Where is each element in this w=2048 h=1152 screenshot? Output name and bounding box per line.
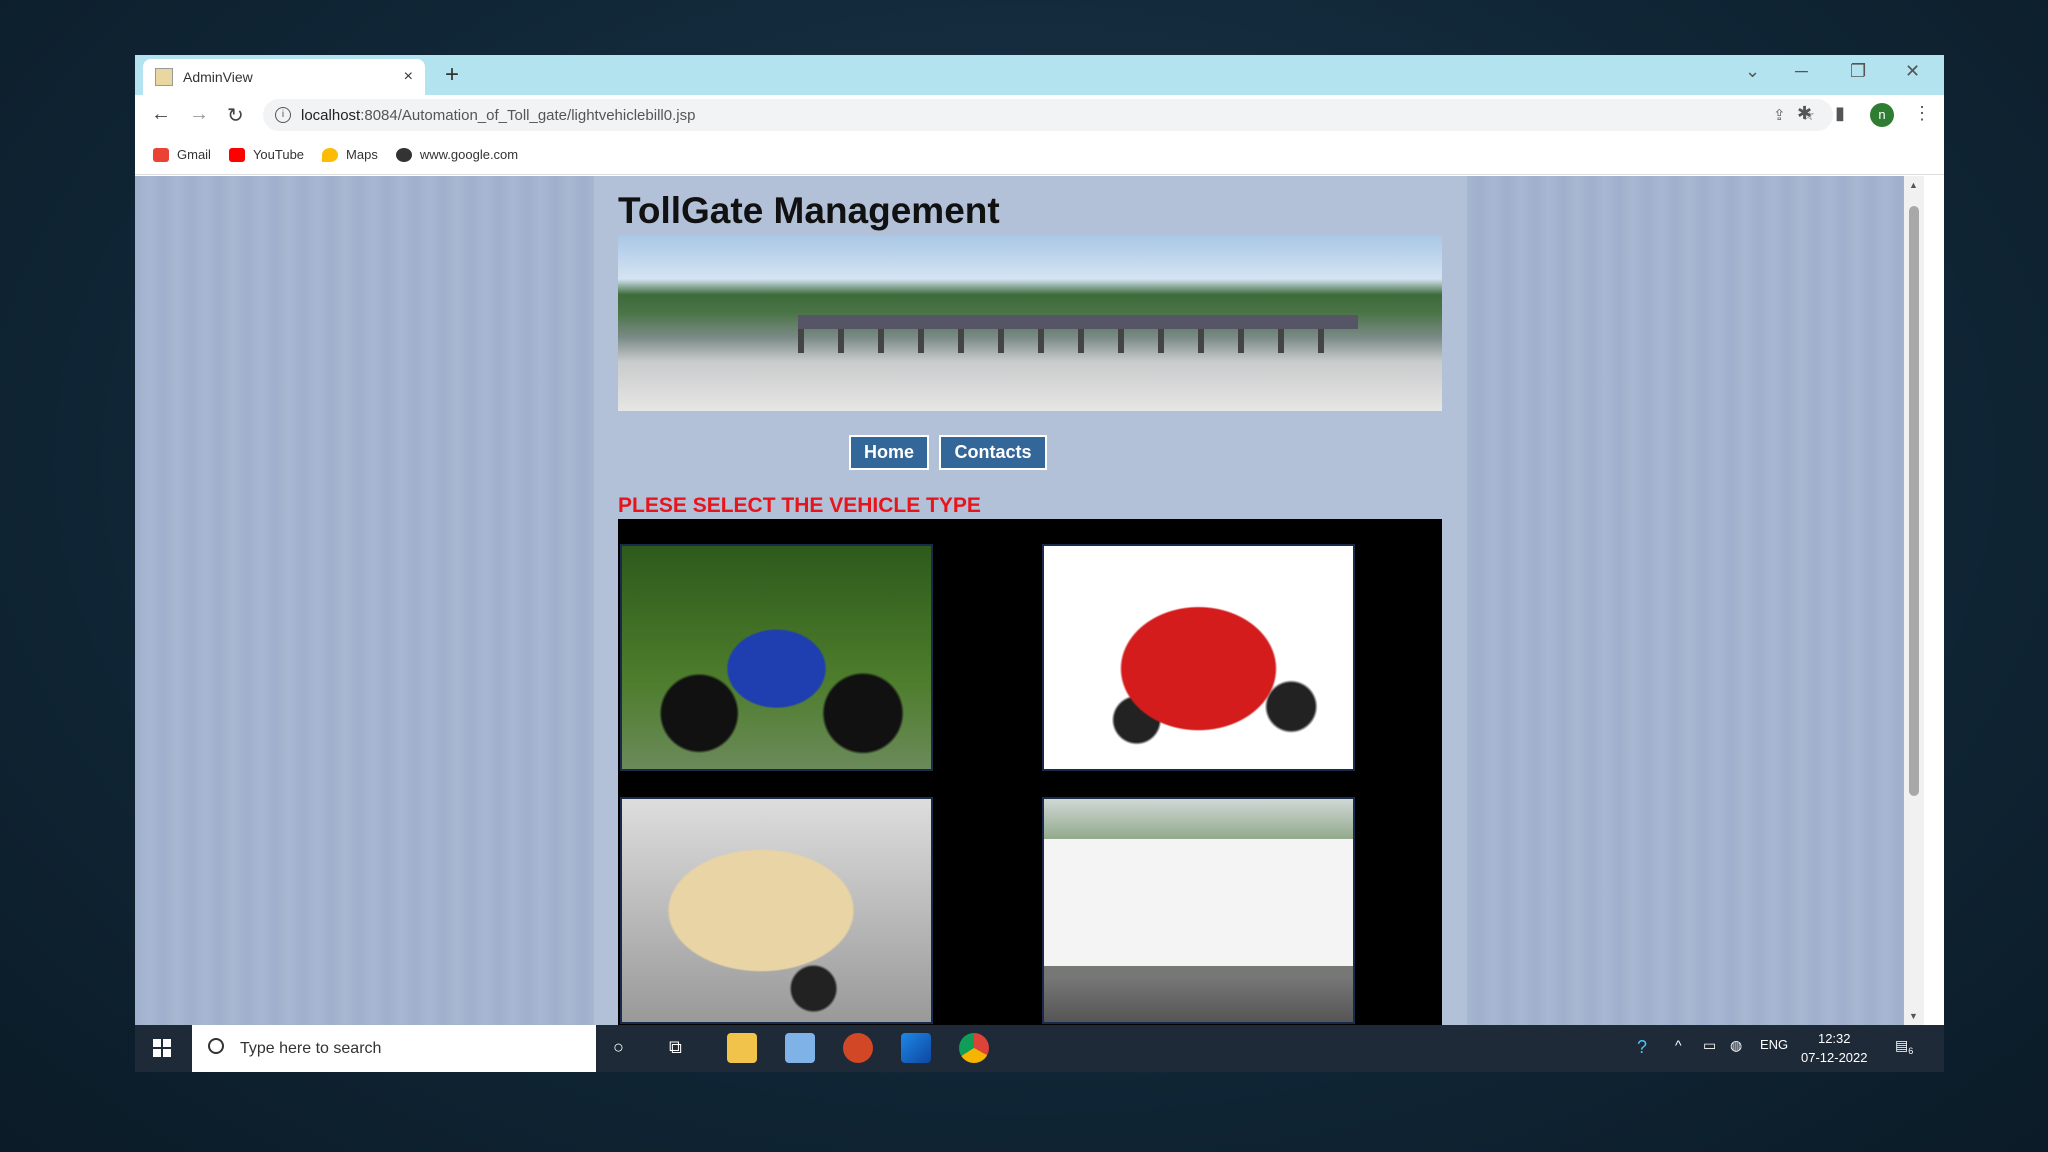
app-cube-icon[interactable] [785,1033,815,1063]
minimize-icon[interactable]: ─ [1795,61,1808,82]
contacts-button[interactable]: Contacts [939,435,1047,470]
taskbar-search[interactable]: Type here to search [192,1025,596,1072]
url-path: :8084/Automation_of_Toll_gate/lightvehic… [360,106,696,124]
page-column: TollGate Management Home Contacts PLESE … [594,176,1467,1039]
search-placeholder: Type here to search [240,1039,382,1057]
page-title: TollGate Management [618,190,1000,231]
tab-search-icon[interactable]: ⌄ [1745,61,1760,82]
language-indicator[interactable]: ENG [1760,1037,1788,1052]
car-image-link[interactable] [1042,544,1355,771]
bookmark-youtube[interactable]: YouTube [228,147,304,162]
notifications-icon[interactable]: ▤6 [1895,1037,1913,1056]
tray-chevron-icon[interactable]: ^ [1675,1037,1682,1053]
scroll-down-icon[interactable]: ▼ [1909,1011,1918,1021]
help-icon[interactable]: ? [1637,1037,1647,1058]
browser-window: AdminView × + ⌄ ─ ❐ ✕ ← → ↻ i localhost:… [135,55,1944,1072]
motorcycle-image-link[interactable] [620,544,933,771]
file-explorer-icon[interactable] [727,1033,757,1063]
share-icon[interactable]: ⇪ [1773,106,1786,124]
tab-bar: AdminView × + ⌄ ─ ❐ ✕ [135,55,1944,95]
date: 07-12-2022 [1801,1050,1868,1065]
gmail-icon [153,147,169,162]
tollgate-banner-image [618,235,1442,411]
favicon-icon [155,68,173,86]
photos-icon[interactable] [901,1033,931,1063]
youtube-icon [228,147,245,162]
close-window-icon[interactable]: ✕ [1905,61,1920,82]
search-icon [208,1038,224,1054]
time: 12:32 [1817,1031,1851,1046]
extensions-icon[interactable]: ✱ [1797,103,1812,124]
close-tab-icon[interactable]: × [404,68,413,86]
task-view-icon[interactable]: ⧉ [669,1037,682,1058]
reload-icon[interactable]: ↻ [227,103,244,128]
notification-count: 6 [1908,1045,1914,1056]
vehicle-type-prompt: PLESE SELECT THE VEHICLE TYPE [618,494,981,517]
maps-icon [322,147,339,162]
chrome-icon[interactable] [959,1033,989,1063]
powerpoint-icon[interactable] [843,1033,873,1063]
menu-icon[interactable]: ⋮ [1913,103,1931,124]
cortana-icon[interactable]: ○ [613,1037,624,1058]
url-host: localhost [301,106,361,124]
tab-title: AdminView [183,69,253,85]
battery-icon[interactable]: ▭ [1703,1037,1716,1054]
info-icon[interactable]: i [275,107,291,123]
new-tab-button[interactable]: + [445,61,459,89]
clock[interactable]: 12:32 07-12-2022 [1801,1029,1868,1067]
side-panel-icon[interactable]: ▮ [1835,103,1845,124]
pickup-truck-image-link[interactable] [620,797,933,1024]
forward-icon[interactable]: → [189,103,209,126]
address-bar[interactable]: i localhost:8084/Automation_of_Toll_gate… [263,99,1833,131]
page-viewport: TollGate Management Home Contacts PLESE … [135,176,1924,1039]
back-icon[interactable]: ← [151,103,171,126]
network-icon[interactable]: ◍ [1730,1037,1742,1054]
vertical-scrollbar[interactable]: ▲ ▼ [1904,176,1924,1025]
globe-icon [395,147,412,162]
bookmark-google[interactable]: www.google.com [395,147,518,162]
tab-adminview[interactable]: AdminView × [143,59,425,95]
vehicle-grid [618,519,1442,1039]
home-button[interactable]: Home [849,435,929,470]
bookmarks-bar: Gmail YouTube Maps www.google.com [135,135,1944,175]
scrollbar-thumb[interactable] [1909,206,1919,796]
bookmark-maps[interactable]: Maps [322,147,378,162]
profile-avatar[interactable]: n [1870,103,1894,127]
scroll-up-icon[interactable]: ▲ [1909,180,1918,190]
windows-taskbar: Type here to search ○ ⧉ ? ^ ▭ ◍ ENG 12:3… [135,1025,1944,1072]
windows-start-icon[interactable] [153,1039,171,1057]
bus-image-link[interactable] [1042,797,1355,1024]
bookmark-gmail[interactable]: Gmail [153,147,211,162]
restore-icon[interactable]: ❐ [1850,61,1866,82]
toolbar: ← → ↻ i localhost:8084/Automation_of_Tol… [135,95,1944,135]
